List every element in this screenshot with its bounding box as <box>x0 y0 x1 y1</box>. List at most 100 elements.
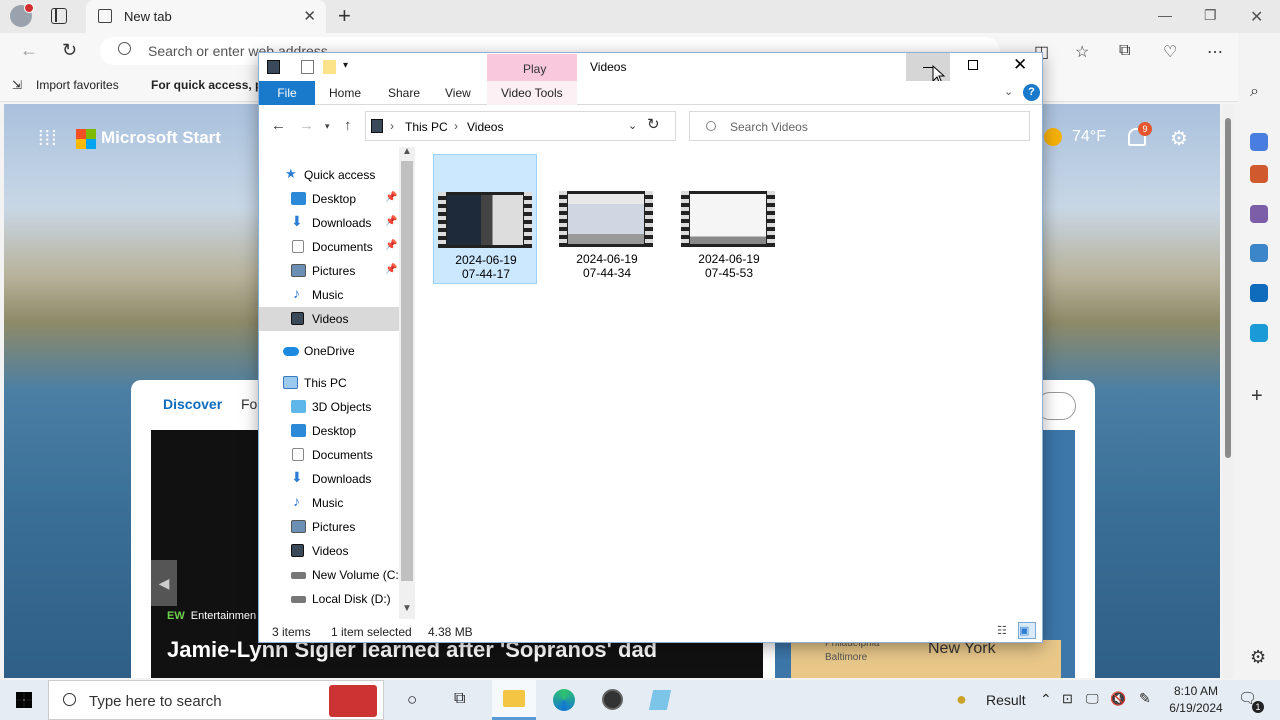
more-menu-icon[interactable]: ⋯ <box>1207 42 1223 62</box>
feed-tab-discover[interactable]: Discover <box>163 396 222 412</box>
scroll-down-icon[interactable]: ▼ <box>402 603 412 614</box>
windows-start-icon[interactable] <box>16 692 32 708</box>
tools-icon[interactable] <box>1250 165 1268 183</box>
profile-avatar-icon[interactable] <box>10 3 34 27</box>
details-view-icon[interactable]: ☷ <box>996 622 1014 639</box>
up-folder-icon[interactable]: ↑ <box>344 117 352 134</box>
nav-item-drive-d[interactable]: Local Disk (D:) <box>259 587 399 611</box>
taskbar-edge[interactable] <box>542 680 586 720</box>
video-file-item[interactable]: 2024-06-19 07-45-53 <box>677 154 781 284</box>
cortana-circle-icon[interactable]: ○ <box>407 690 417 710</box>
browser-close-button[interactable]: ✕ <box>1250 7 1263 27</box>
favorites-star-icon[interactable]: ☆ <box>1075 42 1089 62</box>
contextual-tab-label[interactable]: Play <box>523 62 546 76</box>
nav-item-pc-videos[interactable]: Videos <box>259 539 399 563</box>
nav-item-downloads[interactable]: ⬇ Downloads 📌 <box>259 211 399 235</box>
shopping-icon[interactable] <box>1250 133 1268 151</box>
scroll-up-icon[interactable]: ▲ <box>402 146 412 157</box>
page-scrollbar[interactable] <box>1222 104 1234 678</box>
ribbon-expand-icon[interactable]: ⌄ <box>1004 85 1013 98</box>
breadcrumb-separator-icon[interactable]: › <box>454 119 458 133</box>
properties-icon[interactable] <box>301 60 314 74</box>
nav-item-pc-documents[interactable]: Documents <box>259 443 399 467</box>
nav-item-pc-desktop[interactable]: Desktop <box>259 419 399 443</box>
browser-essentials-icon[interactable]: ♡ <box>1163 42 1177 62</box>
show-hidden-icons-icon[interactable]: ⌃ <box>1040 691 1052 708</box>
nav-item-videos-quick[interactable]: Videos <box>259 307 399 331</box>
explorer-back-icon[interactable]: ← <box>271 117 286 134</box>
explorer-close-button[interactable]: ✕ <box>1013 55 1027 75</box>
help-icon[interactable]: ? <box>1023 84 1040 101</box>
nav-item-documents[interactable]: Documents 📌 <box>259 235 399 259</box>
weather-sun-icon[interactable] <box>1044 128 1062 146</box>
nav-item-pc-music[interactable]: ♪ Music <box>259 491 399 515</box>
app-launcher-icon[interactable]: ⁞⁞⁞ <box>38 128 58 151</box>
browser-tab-new-tab[interactable]: New tab ✕ <box>86 0 326 33</box>
ribbon-tab-file[interactable]: File <box>259 81 315 105</box>
taskbar-file-explorer[interactable] <box>492 680 536 720</box>
nav-pane-scrollbar[interactable]: ▲ ▼ <box>399 146 415 619</box>
search-highlight-image[interactable] <box>329 685 377 717</box>
network-icon[interactable]: 🖵 <box>1086 691 1099 707</box>
tab-actions-icon[interactable] <box>51 8 67 24</box>
ribbon-tab-view[interactable]: View <box>445 86 471 100</box>
breadcrumb-videos[interactable]: Videos <box>467 120 503 134</box>
explorer-refresh-icon[interactable]: ↻ <box>647 115 660 133</box>
nav-item-quick-access[interactable]: ★ Quick access <box>259 163 399 187</box>
tray-app-icon[interactable]: ⊡ <box>1062 691 1073 707</box>
back-arrow-icon[interactable]: ← <box>20 40 38 61</box>
taskbar-clock[interactable]: 8:10 AM 6/19/2024 <box>1166 683 1226 717</box>
nav-item-onedrive[interactable]: OneDrive <box>259 339 399 363</box>
breadcrumb-this-pc[interactable]: This PC <box>405 120 448 134</box>
carousel-prev-icon[interactable]: ◀ <box>151 560 177 606</box>
weather-temperature[interactable]: 74°F <box>1072 128 1106 146</box>
explorer-search-box[interactable]: Search Videos <box>689 111 1030 141</box>
browser-restore-button[interactable]: ❐ <box>1204 7 1217 24</box>
nav-item-pc-pictures[interactable]: Pictures <box>259 515 399 539</box>
nav-item-3d-objects[interactable]: 3D Objects <box>259 395 399 419</box>
taskbar-search-box[interactable]: Type here to search <box>48 680 384 720</box>
microsoft-start-brand[interactable]: Microsoft Start <box>101 128 221 148</box>
explorer-address-box[interactable]: › This PC › Videos ⌄ <box>365 111 676 141</box>
ribbon-tab-video-tools[interactable]: Video Tools <box>501 86 563 100</box>
nav-item-pc-downloads[interactable]: ⬇ Downloads <box>259 467 399 491</box>
sidebar-search-icon[interactable]: ⌕ <box>1250 83 1259 101</box>
browser-minimize-button[interactable]: — <box>1158 7 1172 23</box>
tab-close-icon[interactable]: ✕ <box>303 7 316 25</box>
customize-qa-icon[interactable]: ▾ <box>343 60 348 71</box>
nav-item-desktop[interactable]: Desktop 📌 <box>259 187 399 211</box>
video-file-item[interactable]: 2024-06-19 07-44-17 <box>433 154 537 284</box>
nav-pane-scrollbar-thumb[interactable] <box>401 161 413 581</box>
breadcrumb-separator-icon[interactable]: › <box>390 119 394 133</box>
send-icon[interactable] <box>1250 324 1268 342</box>
task-view-icon[interactable]: ⧉ <box>454 690 465 708</box>
new-folder-icon[interactable] <box>323 60 336 74</box>
nav-item-this-pc[interactable]: This PC <box>259 371 399 395</box>
nav-item-drive-c[interactable]: New Volume (C: <box>259 563 399 587</box>
explorer-forward-icon[interactable]: → <box>299 117 314 134</box>
refresh-icon[interactable]: ↻ <box>62 40 77 61</box>
large-icons-view-icon[interactable]: ▣ <box>1018 622 1036 639</box>
nav-item-pictures[interactable]: Pictures 📌 <box>259 259 399 283</box>
result-badge-icon[interactable]: ● <box>956 689 967 710</box>
microsoft365-icon[interactable] <box>1250 244 1268 262</box>
new-tab-button[interactable]: + <box>338 3 351 29</box>
explorer-app-icon[interactable] <box>267 60 280 74</box>
ribbon-tab-share[interactable]: Share <box>388 86 420 100</box>
sidebar-settings-icon[interactable]: ⚙ <box>1250 647 1266 668</box>
video-file-item[interactable]: 2024-06-19 07-44-34 <box>555 154 659 284</box>
sidebar-add-icon[interactable]: + <box>1251 385 1263 408</box>
games-icon[interactable] <box>1250 205 1268 223</box>
nav-item-music[interactable]: ♪ Music <box>259 283 399 307</box>
page-settings-gear-icon[interactable]: ⚙ <box>1170 126 1188 151</box>
page-scrollbar-thumb[interactable] <box>1225 118 1231 458</box>
collections-icon[interactable]: ⧉ <box>1119 42 1130 60</box>
outlook-icon[interactable] <box>1250 284 1268 302</box>
taskbar-notepad[interactable] <box>638 680 682 720</box>
import-favorites-link[interactable]: Import favorites <box>36 78 119 92</box>
volume-muted-icon[interactable]: 🔇 <box>1110 691 1126 707</box>
pen-icon[interactable]: ✎ <box>1139 690 1151 707</box>
feed-tab-following[interactable]: Fo <box>241 396 257 412</box>
result-label[interactable]: Result <box>986 692 1026 708</box>
ribbon-tab-home[interactable]: Home <box>329 86 361 100</box>
